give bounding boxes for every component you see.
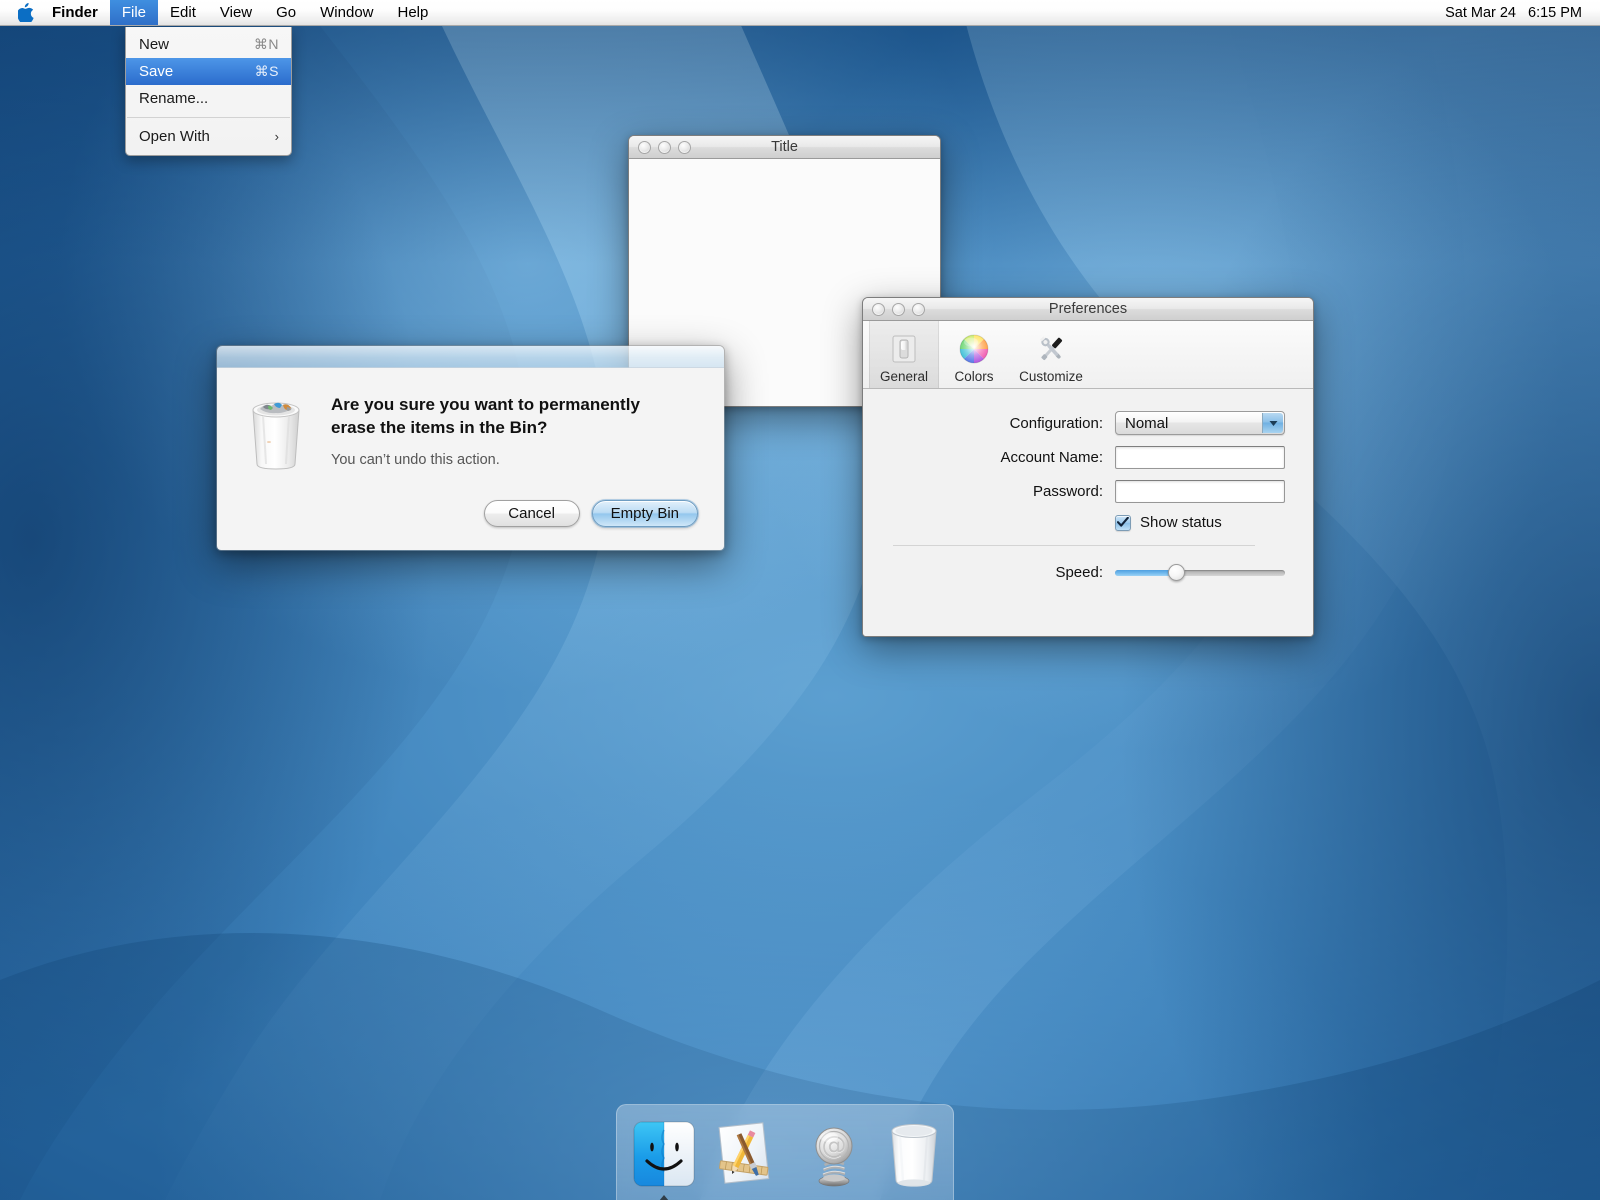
speed-slider-knob[interactable] (1167, 564, 1185, 581)
close-button-icon[interactable] (872, 302, 885, 316)
menu-item-open-with[interactable]: Open With › (126, 123, 291, 150)
empty-bin-alert-dialog[interactable]: Are you sure you want to permanently era… (216, 345, 725, 551)
preferences-window[interactable]: Preferences General Colors Customize Con… (862, 297, 1314, 637)
menu-item-rename-label: Rename... (139, 90, 209, 107)
preferences-content: Configuration: Nomal Account Name: Passw… (863, 389, 1313, 636)
speed-row: Speed: (863, 564, 1285, 581)
menu-finder[interactable]: Finder (48, 0, 110, 25)
dock-others-group: @ @ (797, 1117, 951, 1191)
menu-edit[interactable]: Edit (158, 0, 208, 25)
clock-time[interactable]: 6:15 PM (1528, 5, 1582, 21)
configuration-row: Configuration: Nomal (863, 411, 1285, 435)
title-window-titlebar[interactable]: Title (629, 136, 940, 159)
menu-go[interactable]: Go (264, 0, 308, 25)
traffic-lights (863, 302, 925, 316)
preferences-divider (893, 545, 1255, 546)
toolbar-tab-colors-label: Colors (954, 369, 994, 384)
dock-item-trash[interactable] (877, 1117, 951, 1191)
account-name-label: Account Name: (1000, 449, 1103, 466)
alert-heading: Are you sure you want to permanently era… (331, 395, 640, 437)
account-name-row: Account Name: (863, 446, 1285, 469)
dock-apps-group (627, 1117, 781, 1200)
preferences-title: Preferences (1048, 301, 1128, 317)
menu-help[interactable]: Help (386, 0, 441, 25)
apple-logo-icon[interactable] (0, 0, 48, 25)
menu-bar[interactable]: Finder File Edit View Go Window Help Sat… (0, 0, 1600, 26)
chevron-right-icon: › (274, 129, 279, 144)
show-status-row: Show status (863, 514, 1285, 531)
dock[interactable]: @ @ (616, 1104, 954, 1200)
alert-subtext: You can’t undo this action. (331, 451, 500, 468)
zoom-button-icon[interactable] (912, 302, 925, 316)
menu-bar-status: Sat Mar 24 6:15 PM (1445, 5, 1600, 21)
close-button-icon[interactable] (638, 140, 651, 154)
clock-date[interactable]: Sat Mar 24 (1445, 5, 1516, 21)
menu-view[interactable]: View (208, 0, 264, 25)
menu-item-save[interactable]: Save ⌘S (126, 58, 291, 85)
toolbar-tab-customize[interactable]: Customize (1009, 321, 1093, 388)
menu-item-save-shortcut: ⌘S (254, 63, 279, 79)
configuration-select[interactable]: Nomal (1115, 411, 1285, 435)
cancel-button[interactable]: Cancel (483, 500, 580, 527)
menu-item-rename[interactable]: Rename... (126, 85, 291, 112)
running-indicator (659, 1195, 669, 1200)
password-input[interactable] (1115, 480, 1285, 503)
menu-file[interactable]: File (109, 0, 159, 25)
trash-full-icon (243, 390, 309, 475)
toolbar-tab-general[interactable]: General (869, 321, 939, 388)
alert-button-group: Cancel Empty Bin (483, 500, 698, 527)
toolbar-tab-general-label: General (879, 369, 929, 384)
menu-separator (127, 117, 290, 118)
toolbar-tab-colors[interactable]: Colors (939, 321, 1009, 388)
alert-body: Are you sure you want to permanently era… (217, 368, 724, 550)
menu-item-new[interactable]: New ⌘N (126, 31, 291, 58)
dock-item-mail[interactable]: @ @ (797, 1117, 871, 1191)
dock-item-textedit[interactable] (707, 1117, 781, 1191)
mail-stamp-icon: @ @ (815, 1127, 853, 1187)
menu-item-save-label: Save (139, 63, 174, 80)
menu-item-new-shortcut: ⌘N (253, 36, 279, 52)
alert-titlebar (217, 346, 724, 368)
file-dropdown-menu[interactable]: New ⌘N Save ⌘S Rename... Open With › (125, 27, 292, 156)
menu-item-open-with-label: Open With (139, 128, 210, 145)
preferences-titlebar[interactable]: Preferences (863, 298, 1313, 321)
menu-window[interactable]: Window (308, 0, 385, 25)
tools-icon (1034, 332, 1068, 366)
empty-bin-button[interactable]: Empty Bin (591, 500, 698, 527)
configuration-label: Configuration: (1009, 414, 1103, 432)
password-row: Password: (863, 480, 1285, 503)
finder-icon (633, 1121, 695, 1187)
minimize-button-icon[interactable] (892, 302, 905, 316)
password-label: Password: (1032, 483, 1103, 500)
show-status-label: Show status (1140, 514, 1222, 531)
textedit-icon (718, 1122, 770, 1184)
color-wheel-icon (958, 332, 990, 366)
show-status-checkbox[interactable] (1115, 514, 1131, 531)
toolbar-tab-customize-label: Customize (1019, 369, 1083, 384)
traffic-lights (629, 140, 691, 154)
zoom-button-icon[interactable] (678, 140, 691, 154)
minimize-button-icon[interactable] (658, 140, 671, 154)
speed-label: Speed: (1055, 564, 1103, 581)
light-switch-icon (889, 332, 919, 366)
account-name-input[interactable] (1115, 446, 1285, 469)
menu-item-new-label: New (139, 36, 170, 53)
preferences-toolbar: General Colors Customize (863, 321, 1313, 389)
speed-slider[interactable] (1115, 564, 1285, 581)
trash-empty-icon (891, 1124, 937, 1187)
dock-item-finder[interactable] (627, 1117, 701, 1200)
chevron-down-icon[interactable] (1262, 413, 1283, 433)
configuration-value: Nomal (1125, 414, 1169, 432)
desktop[interactable]: Title Are you sure you want to permanent… (0, 0, 1600, 1200)
